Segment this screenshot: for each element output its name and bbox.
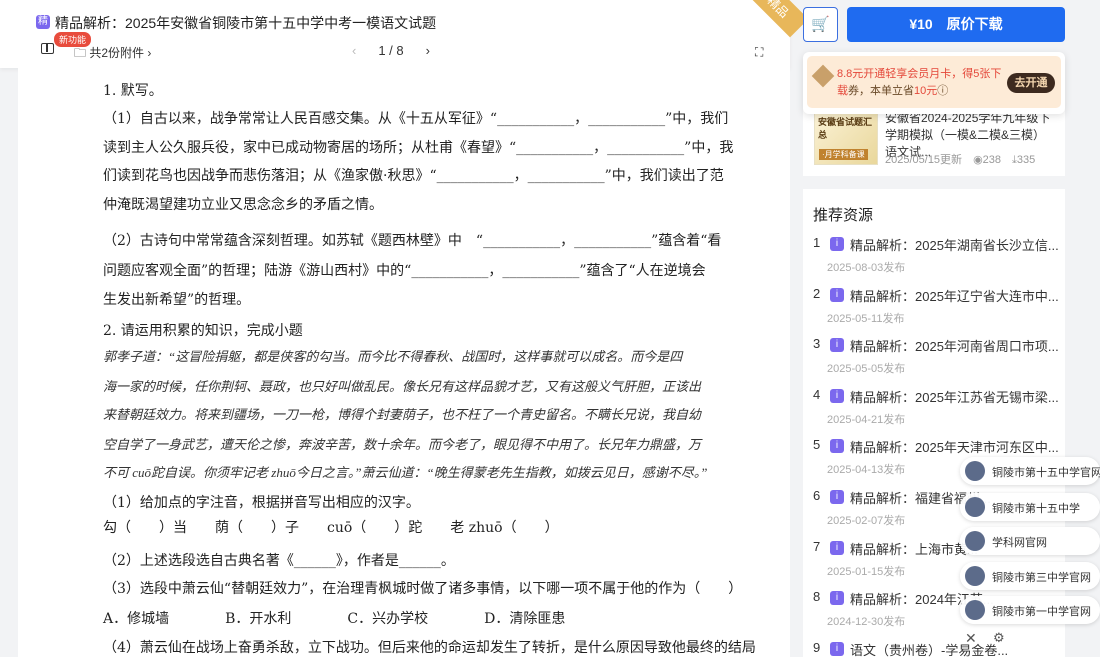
document-line: 读到主人公久服兵役，家中已成动物寄居的场所；从杜甫《春望》“__________… xyxy=(103,140,734,156)
item-date: 2025-05-11发布 xyxy=(827,312,905,325)
doc-type-icon: i xyxy=(830,641,844,656)
item-number: 8 xyxy=(813,589,821,605)
view-count: 238 xyxy=(982,154,1002,166)
resource-thumbnail: 安徽省试题汇总 ·月学科备课 xyxy=(814,109,878,165)
pager: ‹ 1 / 8 › xyxy=(352,43,430,58)
document-line: 生发出新希望”的哲理。 xyxy=(103,292,251,308)
gear-icon[interactable]: ⚙ xyxy=(993,630,1005,646)
document-header: 精 精品解析：2025年安徽省铜陵市第十五中学中考一模语文试题 新功能 🗀 共2… xyxy=(0,0,790,68)
item-number: 6 xyxy=(813,488,821,503)
item-number: 4 xyxy=(813,386,821,402)
school-shortcut-label: 铜陵市第三中学官网 xyxy=(992,572,1091,584)
item-number: 3 xyxy=(813,336,821,352)
thumb-title: 安徽省试题汇总 xyxy=(818,117,873,140)
thumb-tag: ·月学科备课 xyxy=(819,149,868,160)
document-line: （2）上述选段选自古典名著《______》，作者是______。 xyxy=(103,553,455,569)
document-line: 问题应客观全面”的哲理；陆游《游山西村》中的“___________，_____… xyxy=(103,263,706,279)
document-line: 来替朝廷效力。将来到疆场，一刀一枪，博得个封妻荫子，也不枉了一个青史留名。不瞒长… xyxy=(103,407,702,422)
school-avatar xyxy=(965,497,985,517)
doc-type-icon: i xyxy=(830,237,844,251)
prev-page-button[interactable]: ‹ xyxy=(352,43,356,58)
recommend-heading: 推荐资源 xyxy=(813,207,874,224)
download-count: 335 xyxy=(1016,154,1036,166)
document-line: 1. 默写。 xyxy=(103,83,163,99)
doc-type-icon: i xyxy=(830,591,844,606)
vip-diamond-icon xyxy=(811,64,835,88)
item-date: 2025-05-05发布 xyxy=(827,363,906,376)
doc-type-icon: i xyxy=(830,439,844,454)
item-number: 9 xyxy=(813,639,821,655)
attachments-label: 共2份附件 › xyxy=(89,46,152,60)
document-line: 海一家的时候，任你荆轲、聂政，也只好叫做乱民。像长兄有这样品貌才艺，又有这般义气… xyxy=(103,379,702,394)
school-avatar xyxy=(965,600,985,620)
doc-type-icon: 精 xyxy=(36,15,50,29)
school-shortcut-label: 铜陵市第十五中学 xyxy=(992,503,1080,515)
item-title[interactable]: 精品解析：2025年江苏省无锡市梁... xyxy=(850,387,1060,406)
school-shortcut-label: 铜陵市第十五中学官网 xyxy=(992,467,1100,479)
item-date: 2025-08-03发布 xyxy=(827,262,906,274)
page-indicator: 1 / 8 xyxy=(378,43,404,58)
doc-type-icon: i xyxy=(830,540,844,555)
vip-promo-text: 8.8元开通轻享会员月卡，得5张下载券，本单立省10元ⓘ xyxy=(837,68,1002,97)
item-date: 2025-04-21发布 xyxy=(827,413,906,426)
vip-open-button[interactable]: 去开通 xyxy=(1007,73,1055,93)
folder-icon: 🗀 xyxy=(74,46,90,60)
school-avatar xyxy=(965,566,985,586)
item-number: 2 xyxy=(813,285,821,301)
school-shortcut-label: 学科网官网 xyxy=(992,537,1047,549)
item-title[interactable]: 精品解析：2025年辽宁省大连市中... xyxy=(850,286,1060,305)
document-line: 们读到花鸟也因战争而悲伤落泪；从《渔家傲·秋思》“___________，___… xyxy=(103,168,724,184)
item-number: 7 xyxy=(813,538,821,554)
school-shortcut[interactable]: 铜陵市第三中学官网 xyxy=(960,562,1100,590)
school-shortcut[interactable]: 铜陵市第十五中学 xyxy=(960,493,1100,521)
school-shortcut[interactable]: 学科网官网 xyxy=(960,527,1100,555)
document-line: （2）古诗句中常常蕴含深刻哲理。如苏轼《题西林壁》中 “___________，… xyxy=(103,233,722,249)
document-line: 不可 cuō跎自误。你须牢记老 zhuō今日之言。”萧云仙道：“晚生得蒙老先生指… xyxy=(103,465,708,480)
school-shortcut[interactable]: 铜陵市第十五中学官网 xyxy=(960,457,1100,485)
document-page: 1. 默写。 （1）自古以来，战争常常让人民百感交集。从《十五从军征》“_____… xyxy=(18,68,790,657)
item-date: 2025-04-13发布 xyxy=(827,464,906,477)
attachments-link[interactable]: 🗀 共2份附件 › xyxy=(74,44,151,65)
item-title[interactable]: 精品解析：2025年天津市河东区中... xyxy=(850,437,1060,456)
document-line: A．修城墙 B．开水利 C．兴办学校 D．清除匪患 xyxy=(103,611,566,627)
document-line: 空自学了一身武艺，遭天伦之惨，奔波辛苦，数十余年。而今老了，眼见得不中用了。长兄… xyxy=(103,437,702,452)
document-line: （1）自古以来，战争常常让人民百感交集。从《十五从军征》“___________… xyxy=(103,111,729,127)
document-line: （4）萧云仙在战场上奋勇杀敌，立下战功。但后来他的命运却发生了转折，是什么原因导… xyxy=(103,640,756,656)
document-line: （3）选段中萧云仙“替朝廷效力”，在治理青枫城时做了诸多事情，以下哪一项不属于他… xyxy=(103,581,743,597)
document-line: 郭孝子道：“这冒险捐躯，都是侠客的勾当。而今比不得春秋、战国时，这样事就可以成名… xyxy=(103,349,683,364)
document-title: 精品解析：2025年安徽省铜陵市第十五中学中考一模语文试题 xyxy=(55,15,437,31)
cart-icon: 🛒 xyxy=(811,16,830,33)
school-avatar xyxy=(965,461,985,481)
cart-button[interactable]: 🛒 xyxy=(803,7,838,42)
item-date: 2024-12-30发布 xyxy=(827,616,906,629)
item-title[interactable]: 语文（贵州卷）-学易金卷... xyxy=(850,640,1060,657)
document-line: 2. 请运用积累的知识，完成小题 xyxy=(103,323,303,339)
school-avatar xyxy=(965,531,985,551)
item-title[interactable]: 精品解析：2025年湖南省长沙立信... xyxy=(850,235,1060,254)
layout-toggle-icon[interactable] xyxy=(41,43,54,54)
vip-promo-popup: 8.8元开通轻享会员月卡，得5张下载券，本单立省10元ⓘ 去开通 xyxy=(803,52,1065,114)
fullscreen-icon[interactable]: ⛶ xyxy=(755,45,763,60)
document-line: （1）给加点的字注音，根据拼音写出相应的汉字。 xyxy=(103,495,420,511)
resource-meta: 2025/05/15更新 ◉238 ⤓335 xyxy=(885,151,1035,167)
item-date: 2025-01-15发布 xyxy=(827,565,906,578)
school-shortcut[interactable]: 铜陵市第一中学官网 xyxy=(960,596,1100,624)
download-button[interactable]: ¥10 原价下载 xyxy=(847,7,1065,42)
resource-date: 2025/05/15更新 xyxy=(885,154,963,166)
doc-type-icon: i xyxy=(830,338,844,353)
item-number: 1 xyxy=(813,235,821,250)
item-title[interactable]: 精品解析：2025年河南省周口市项... xyxy=(850,336,1060,355)
document-line: 仲淹既渴望建功立业又思念念乡的矛盾之情。 xyxy=(103,197,383,213)
document-line: 勾（ ）当 荫（ ）子 cuō（ ）跎 老 zhuō（ ） xyxy=(103,520,559,536)
item-date: 2025-02-07发布 xyxy=(827,515,906,527)
item-number: 5 xyxy=(813,437,821,453)
doc-type-icon: i xyxy=(830,490,844,504)
close-icon[interactable]: ✕ xyxy=(965,630,977,647)
next-page-button[interactable]: › xyxy=(426,43,430,58)
school-shortcut-label: 铜陵市第一中学官网 xyxy=(992,606,1091,618)
eye-icon: ◉ xyxy=(973,154,983,166)
doc-type-icon: i xyxy=(830,388,844,403)
doc-type-icon: i xyxy=(830,287,844,302)
